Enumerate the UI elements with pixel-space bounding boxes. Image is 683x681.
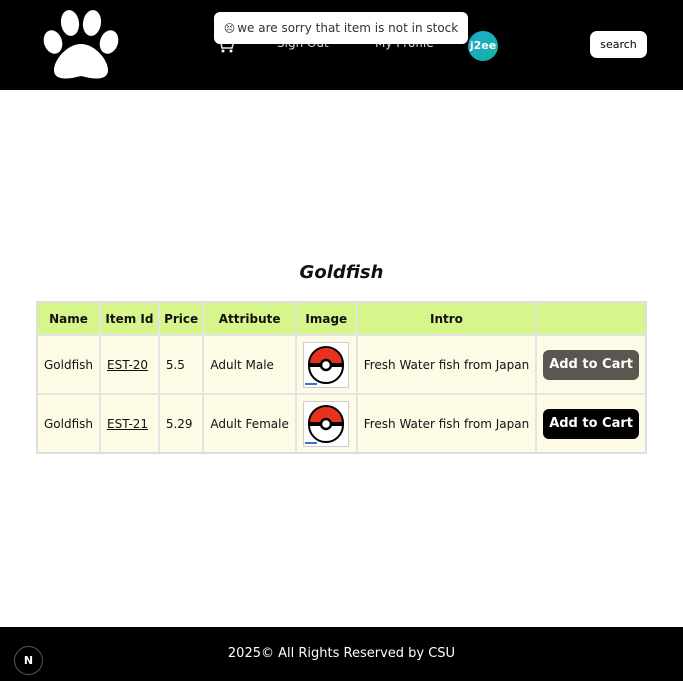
column-header-image: Image	[296, 303, 358, 336]
cell-action: Add to Cart	[537, 395, 645, 452]
column-header-name: Name	[38, 303, 102, 336]
cell-price: 5.5	[159, 336, 205, 395]
pokeball-icon	[307, 345, 344, 384]
column-header-attribute: Attribute	[204, 303, 297, 336]
item-id-link[interactable]: EST-21	[107, 417, 148, 431]
cell-name: Goldfish	[38, 336, 102, 395]
cell-image	[297, 395, 358, 452]
search-button[interactable]: search	[590, 31, 647, 58]
nextjs-dev-badge[interactable]: N	[14, 646, 43, 675]
out-of-stock-toast: 😣 we are sorry that item is not in stock	[214, 12, 468, 44]
item-table: Name Item Id Price Attribute Image Intro…	[36, 301, 647, 454]
page-title: Goldfish	[299, 262, 384, 283]
item-thumbnail	[302, 341, 349, 388]
table-row: Goldfish EST-20 5.5 Adult Male Fresh Wat…	[38, 336, 645, 395]
cell-action: Add to Cart	[537, 336, 645, 395]
column-header-action	[537, 303, 645, 336]
item-thumbnail	[302, 400, 349, 447]
add-to-cart-button[interactable]: Add to Cart	[543, 349, 639, 380]
cell-intro: Fresh Water fish from Japan	[358, 395, 538, 452]
cell-attribute: Adult Female	[204, 395, 297, 452]
cell-price: 5.29	[160, 395, 205, 452]
footer-copyright: 2025© All Rights Reserved by CSU	[227, 646, 456, 661]
item-id-link[interactable]: EST-20	[107, 358, 148, 372]
sad-face-icon: 😣	[223, 22, 236, 35]
pokeball-icon	[307, 404, 344, 443]
table-header-row: Name Item Id Price Attribute Image Intro	[38, 303, 645, 336]
avatar[interactable]: j2ee	[468, 31, 498, 61]
column-header-item-id: Item Id	[101, 303, 160, 336]
cell-name: Goldfish	[38, 395, 102, 452]
add-to-cart-button[interactable]: Add to Cart	[543, 408, 639, 439]
cell-intro: Fresh Water fish from Japan	[357, 336, 538, 395]
cell-attribute: Adult Male	[204, 336, 297, 395]
cell-item-id: EST-20	[101, 336, 160, 395]
footer: 2025© All Rights Reserved by CSU	[0, 627, 683, 681]
column-header-price: Price	[159, 303, 205, 336]
cell-image	[296, 336, 358, 395]
column-header-intro: Intro	[357, 303, 538, 336]
toast-message: we are sorry that item is not in stock	[237, 21, 459, 35]
cell-item-id: EST-21	[101, 395, 160, 452]
table-row: Goldfish EST-21 5.29 Adult Female Fresh …	[38, 395, 645, 452]
paw-print-icon[interactable]	[40, 8, 122, 82]
